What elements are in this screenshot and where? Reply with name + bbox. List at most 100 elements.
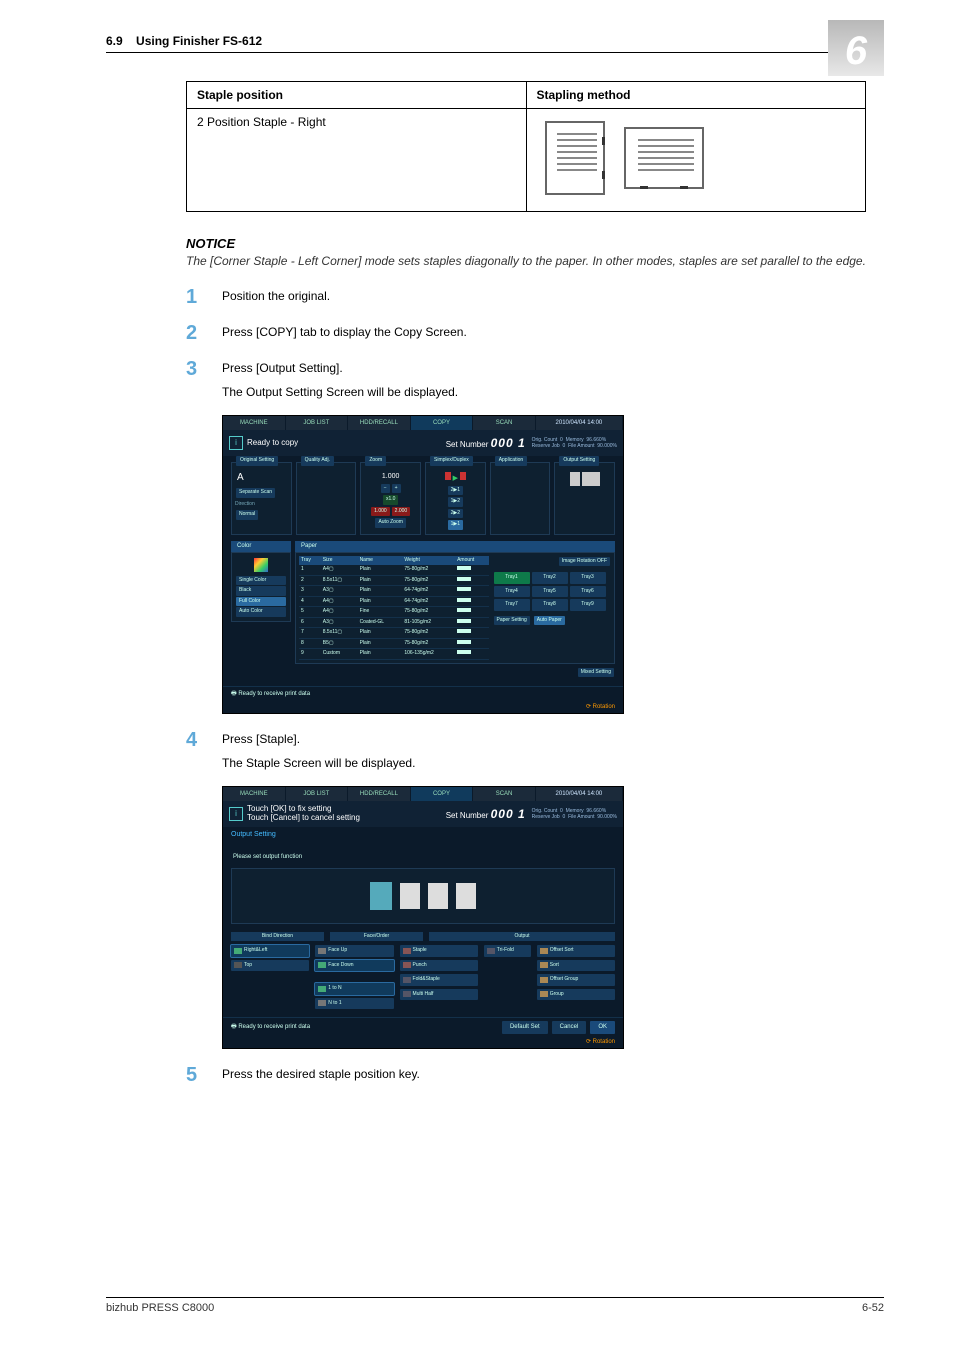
status-meta: Orig. Count 0 Memory 96.660% Reserve Job… [532,437,617,449]
table-row[interactable]: 1A4▢Plain75-80g/m2 [299,565,489,575]
table-row[interactable]: 78.5x11▢Plain75-80g/m2 [299,628,489,639]
output-label: Output [429,932,615,942]
table-row[interactable]: 9CustomPlain106-135g/m2 [299,649,489,660]
staple-method-header: Stapling method [526,82,866,109]
tab-joblist[interactable]: JOB LIST [286,787,349,801]
paper-table: TraySizeNameWeightAmount 1A4▢Plain75-80g… [299,556,489,660]
right-left-button[interactable]: Right&Left [231,945,309,957]
staple-pos-header: Staple position [187,82,527,109]
instruction-text: Please set output function [231,850,615,868]
rotation-indicator: ⟳ Rotation [223,702,623,713]
cancel-button[interactable]: Cancel [552,1021,587,1034]
tab-hdd[interactable]: HDD/RECALL [348,787,411,801]
info-icon: i [229,807,243,821]
original-setting-panel[interactable]: Original Setting A Separate Scan Directi… [231,462,292,535]
face-order-label: Face/Order [330,932,423,942]
top-button[interactable]: Top [231,960,309,972]
page-header: 6.9 Using Finisher FS-612 [106,34,884,48]
tab-machine[interactable]: MACHINE [223,416,286,430]
tab-scan[interactable]: SCAN [473,416,536,430]
staple-button[interactable]: Staple [400,945,478,957]
step-1-number: 1 [186,287,222,307]
step-4-text: Press [Staple]. [222,730,624,748]
step-4-subtext: The Staple Screen will be displayed. [222,754,624,772]
duplex-panel[interactable]: Simplex/Duplex ▶ 2▶1 1▶2 2▶2 1▶1 [425,462,486,535]
face-down-button[interactable]: Face Down [315,960,393,972]
color-section-header: Color [231,541,291,552]
tab-machine[interactable]: MACHINE [223,787,286,801]
tab-copy[interactable]: COPY [411,416,474,430]
staple-diagram-portrait-icon [545,121,605,195]
quality-adj-panel[interactable]: Quality Adj. [296,462,357,535]
breadcrumb: Output Setting [223,827,623,844]
staple-method-cell [526,109,866,212]
set-number: Set Number 000 1 [446,434,526,452]
printer-icon [582,472,600,486]
image-rotation-button[interactable]: Image Rotation OFF [559,557,610,567]
black-button[interactable]: Black [236,586,286,596]
face-up-button[interactable]: Face Up [315,945,393,957]
table-row[interactable]: 4A4▢Plain64-74g/m2 [299,596,489,607]
notice-heading: NOTICE [186,236,884,251]
table-row[interactable]: 28.5x11▢Plain75-80g/m2 [299,575,489,586]
sort-button[interactable]: Sort [537,960,615,972]
step-1-text: Position the original. [222,287,330,307]
n-to-1-button[interactable]: N to 1 [315,998,393,1010]
punch-button[interactable]: Punch [400,960,478,972]
status-message: Touch [OK] to fix settingTouch [Cancel] … [247,805,446,823]
step-5-number: 5 [186,1065,222,1085]
single-color-button[interactable]: Single Color [236,576,286,586]
datetime-display: 2010/04/04 14:00 [536,787,623,801]
status-message: Ready to copy [247,437,446,449]
footer-status: Ready to receive print data [238,691,310,697]
finisher-preview-icon [370,882,392,910]
footer-page: 6-52 [862,1302,884,1314]
x1-button[interactable]: x1.0 [383,495,398,505]
tab-scan[interactable]: SCAN [473,787,536,801]
separate-scan-button[interactable]: Separate Scan [236,488,275,498]
auto-paper-button[interactable]: Auto Paper [534,616,565,626]
paper-setting-button[interactable]: Paper Setting [494,616,530,626]
step-3-text: Press [Output Setting]. [222,359,624,377]
staple-diagram-landscape-icon [624,127,704,189]
ok-button[interactable]: OK [590,1021,615,1034]
full-color-button[interactable]: Full Color [236,597,286,607]
header-rule [106,52,884,53]
zoom-panel[interactable]: Zoom 1.000 −+ x1.0 1.0002.000 Auto Zoom [360,462,421,535]
table-row[interactable]: 3A3▢Plain64-74g/m2 [299,586,489,597]
auto-zoom-button[interactable]: Auto Zoom [375,518,405,528]
step-2-number: 2 [186,323,222,343]
color-swatch-icon [254,558,268,572]
tray1-button[interactable]: Tray1 [494,572,530,584]
section-number: 6.9 [106,34,123,48]
auto-color-button[interactable]: Auto Color [236,607,286,617]
set-number: Set Number 000 1 [446,805,526,823]
normal-button[interactable]: Normal [236,510,258,520]
rotation-indicator: ⟳ Rotation [223,1037,623,1048]
fold-staple-button[interactable]: Fold&Staple [400,974,478,986]
printer-status-icon: 🖶 [231,691,237,697]
group-button[interactable]: Group [537,989,615,1001]
copy-screen-screenshot: MACHINE JOB LIST HDD/RECALL COPY SCAN 20… [222,415,624,714]
offset-sort-button[interactable]: Offset Sort [537,945,615,957]
table-row[interactable]: 6A3▢Coated-GL81-105g/m2 [299,617,489,628]
datetime-display: 2010/04/04 14:00 [536,416,623,430]
offset-group-button[interactable]: Offset Group [537,974,615,986]
output-setting-screen-screenshot: MACHINE JOB LIST HDD/RECALL COPY SCAN 20… [222,786,624,1049]
mixed-setting-button[interactable]: Mixed Setting [578,668,614,678]
tab-hdd[interactable]: HDD/RECALL [348,416,411,430]
output-setting-panel[interactable]: Output Setting [554,462,615,535]
table-row[interactable]: 8B5▢Plain75-80g/m2 [299,638,489,649]
tri-fold-button[interactable]: Tri-Fold [484,945,531,957]
default-set-button[interactable]: Default Set [502,1021,548,1034]
tab-joblist[interactable]: JOB LIST [286,416,349,430]
footer-status: Ready to receive print data [238,1024,310,1030]
multi-half-button[interactable]: Multi Half [400,989,478,1001]
tab-copy[interactable]: COPY [411,787,474,801]
notice-text: The [Corner Staple - Left Corner] mode s… [186,253,884,269]
1-to-n-button[interactable]: 1 to N [315,983,393,995]
printer-status-icon: 🖶 [231,1024,237,1030]
table-row[interactable]: 5A4▢Fine75-80g/m2 [299,607,489,618]
application-panel[interactable]: Application [490,462,551,535]
step-4-number: 4 [186,730,222,1049]
